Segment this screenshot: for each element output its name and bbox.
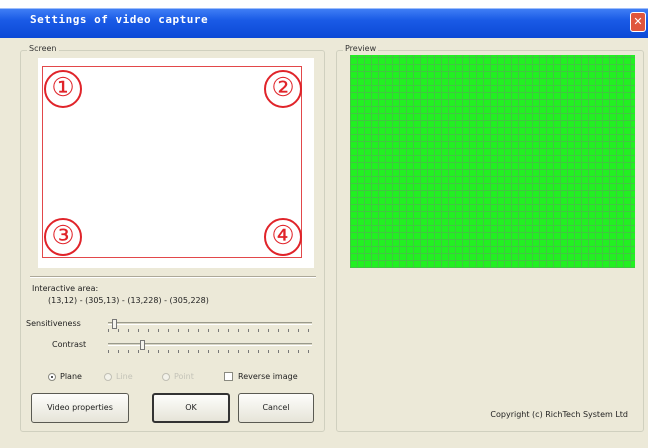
radio-plane[interactable]: Plane bbox=[48, 372, 82, 381]
close-icon[interactable]: ✕ bbox=[630, 12, 646, 32]
corner-marker-1[interactable]: ① bbox=[44, 70, 82, 108]
corner-marker-2[interactable]: ② bbox=[264, 70, 302, 108]
preview-image bbox=[350, 55, 635, 268]
radio-plane-indicator[interactable] bbox=[48, 372, 56, 381]
slider-thumb[interactable] bbox=[140, 340, 145, 350]
corner-marker-4[interactable]: ④ bbox=[264, 218, 302, 256]
interactive-area-value: (13,12) - (305,13) - (13,228) - (305,228… bbox=[48, 296, 209, 305]
reverse-image-checkbox[interactable]: Reverse image bbox=[224, 372, 298, 381]
interactive-area-label: Interactive area: bbox=[32, 284, 99, 293]
radio-option-2[interactable]: Line bbox=[104, 372, 133, 381]
slider-ticks bbox=[108, 329, 312, 332]
sensitiveness-slider[interactable] bbox=[108, 319, 312, 333]
sensitiveness-label: Sensitiveness bbox=[26, 319, 81, 328]
radio-option-2-label: Line bbox=[116, 372, 133, 381]
title-bar[interactable]: Settings of video capture ✕ bbox=[0, 0, 648, 38]
radio-option-3-indicator[interactable] bbox=[162, 372, 170, 381]
copyright-text: Copyright (c) RichTech System Ltd bbox=[490, 410, 628, 419]
cancel-button[interactable]: Cancel bbox=[238, 393, 314, 423]
slider-ticks bbox=[108, 350, 312, 353]
corner-marker-3[interactable]: ③ bbox=[44, 218, 82, 256]
settings-window: Settings of video capture ✕ Screen Previ… bbox=[0, 0, 648, 448]
reverse-image-box[interactable] bbox=[224, 372, 233, 381]
radio-option-3[interactable]: Point bbox=[162, 372, 194, 381]
screen-group-label: Screen bbox=[27, 44, 59, 53]
slider-thumb[interactable] bbox=[112, 319, 117, 329]
radio-option-2-indicator[interactable] bbox=[104, 372, 112, 381]
preview-group-label: Preview bbox=[343, 44, 379, 53]
video-properties-button[interactable]: Video properties bbox=[31, 393, 129, 423]
ok-button[interactable]: OK bbox=[152, 393, 230, 423]
slider-track bbox=[108, 322, 312, 325]
window-title: Settings of video capture bbox=[30, 13, 209, 26]
contrast-label: Contrast bbox=[52, 340, 87, 349]
slider-track bbox=[108, 343, 312, 346]
reverse-image-label: Reverse image bbox=[238, 372, 298, 381]
radio-option-3-label: Point bbox=[174, 372, 194, 381]
radio-plane-label: Plane bbox=[60, 372, 82, 381]
screen-canvas[interactable]: ① ② ③ ④ bbox=[38, 58, 314, 268]
contrast-slider[interactable] bbox=[108, 340, 312, 354]
separator bbox=[30, 276, 316, 278]
